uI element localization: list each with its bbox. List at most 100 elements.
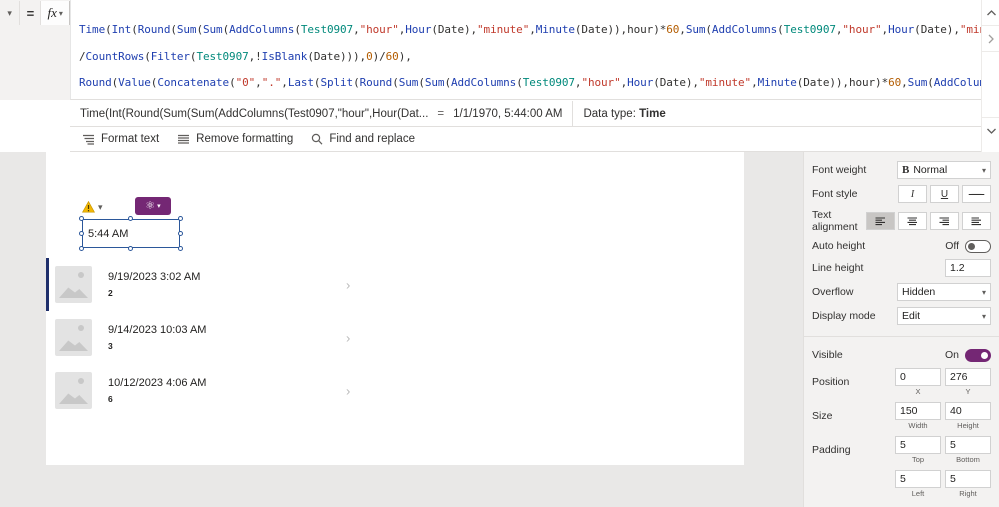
gallery-control[interactable]: 9/19/2023 3:02 AM 2 › 9/14/2023 10:03 AM… — [46, 258, 366, 417]
app-screen[interactable]: ▾ ⚛ ▾ 5:44 AM 9/19/2023 3:02 AM 2 › 9/14… — [46, 152, 744, 465]
selected-label-control[interactable]: 5:44 AM — [79, 216, 183, 251]
padding-right-field: 5 Right — [945, 470, 991, 498]
align-center-button[interactable] — [898, 212, 927, 230]
chevron-down-icon[interactable]: ▾ — [0, 1, 21, 25]
resize-handle-middle-left[interactable] — [79, 231, 84, 236]
list-item-title: 9/14/2023 10:03 AM — [108, 324, 207, 336]
property-label: Line height — [812, 262, 864, 274]
resize-handle-top-right[interactable] — [178, 216, 183, 221]
warning-triangle-icon[interactable] — [82, 200, 95, 213]
property-font-weight: Font weight B Normal ▾ — [804, 158, 999, 182]
chevron-right-icon[interactable]: › — [346, 383, 350, 398]
resize-handle-bottom-left[interactable] — [79, 246, 84, 251]
chevron-up-icon[interactable] — [982, 0, 999, 26]
property-label: Overflow — [812, 286, 854, 298]
property-label: Size — [812, 410, 833, 422]
padding-bottom-field: 5 Bottom — [945, 436, 991, 464]
property-line-height: Line height 1.2 — [804, 256, 999, 280]
property-label: Font weight — [812, 164, 867, 176]
property-label: Display mode — [812, 310, 876, 322]
formula-status-strip: Time(Int(Round(Sum(Sum(AddColumns(Test09… — [70, 100, 981, 127]
align-justify-button[interactable] — [962, 212, 991, 230]
line-height-input[interactable]: 1.2 — [945, 259, 991, 277]
visible-toggle[interactable] — [965, 348, 991, 362]
overflow-value: Hidden — [902, 286, 936, 298]
data-type-value: Time — [639, 107, 666, 120]
chevron-down-icon: ▾ — [981, 165, 986, 175]
list-item[interactable]: 9/19/2023 3:02 AM 2 › — [46, 258, 366, 311]
fx-button[interactable]: fx ▾ — [40, 1, 70, 25]
resize-handle-bottom-right[interactable] — [178, 246, 183, 251]
size-width-field: 150 Width — [895, 402, 941, 430]
image-placeholder-icon — [55, 372, 92, 409]
list-item-title: 10/12/2023 4:06 AM — [108, 377, 207, 389]
size-width-input[interactable]: 150 — [895, 402, 941, 420]
chevron-down-icon[interactable] — [982, 118, 999, 144]
display-mode-dropdown[interactable]: Edit ▾ — [897, 307, 991, 325]
resize-handle-top-center[interactable] — [128, 216, 133, 221]
formula-editor[interactable]: Time(Int(Round(Sum(Sum(AddColumns(Test09… — [70, 0, 999, 115]
font-weight-dropdown[interactable]: B Normal ▾ — [897, 161, 991, 179]
size-height-caption: Height — [957, 421, 979, 430]
list-item-title: 9/19/2023 3:02 AM — [108, 271, 201, 283]
list-item-texts: 9/19/2023 3:02 AM 2 — [108, 271, 200, 298]
property-visible: Visible On — [804, 345, 999, 365]
property-text-alignment: Text alignment — [804, 206, 999, 236]
resize-handle-bottom-center[interactable] — [128, 246, 133, 251]
resize-handle-middle-right[interactable] — [178, 231, 183, 236]
strikethrough-button[interactable]: — — [962, 185, 991, 203]
chevron-down-icon: ▾ — [58, 8, 63, 18]
label-value-box[interactable]: 5:44 AM — [82, 219, 180, 248]
property-label: Position — [812, 376, 850, 388]
padding-left-input[interactable]: 5 — [895, 470, 941, 488]
chevron-right-icon[interactable]: › — [346, 330, 350, 345]
find-and-replace-button[interactable]: Find and replace — [311, 133, 415, 145]
image-placeholder-icon — [55, 319, 92, 356]
image-placeholder-icon — [55, 266, 92, 303]
chevron-right-icon[interactable] — [982, 26, 999, 52]
equals-sign-label[interactable]: = — [20, 1, 40, 25]
underline-button[interactable]: U — [930, 185, 959, 203]
overflow-dropdown[interactable]: Hidden ▾ — [897, 283, 991, 301]
chevron-down-icon[interactable]: ▾ — [98, 202, 103, 213]
position-y-caption: Y — [965, 387, 971, 396]
font-style-button-group: I U — — [898, 185, 991, 203]
chevron-right-icon[interactable]: › — [346, 277, 350, 292]
find-and-replace-label: Find and replace — [329, 133, 415, 145]
align-left-button[interactable] — [866, 212, 895, 230]
padding-right-input[interactable]: 5 — [945, 470, 991, 488]
resize-handle-top-left[interactable] — [79, 216, 84, 221]
property-position: Position 0 X 276 Y — [804, 365, 999, 399]
size-height-input[interactable]: 40 — [945, 402, 991, 420]
padding-right-caption: Right — [959, 489, 977, 498]
data-type-label: Data type: — [583, 107, 636, 120]
canvas-area[interactable]: ▾ ⚛ ▾ 5:44 AM 9/19/2023 3:02 AM 2 › 9/14… — [0, 152, 803, 507]
property-font-style: Font style I U — — [804, 182, 999, 206]
list-item[interactable]: 9/14/2023 10:03 AM 3 › — [46, 311, 366, 364]
property-padding-secondary: 5 Left 5 Right — [804, 467, 999, 501]
italic-button[interactable]: I — [898, 185, 927, 203]
display-mode-value: Edit — [902, 310, 921, 322]
label-value-text: 5:44 AM — [88, 227, 129, 240]
position-x-input[interactable]: 0 — [895, 368, 941, 386]
list-item[interactable]: 10/12/2023 4:06 AM 6 › — [46, 364, 366, 417]
auto-height-toggle[interactable] — [965, 239, 991, 253]
format-text-button[interactable]: Format text — [82, 133, 159, 145]
formula-result-value: 1/1/1970, 5:44:00 AM — [453, 107, 563, 120]
properties-panel: Font weight B Normal ▾ Font style I U — — [803, 152, 999, 507]
search-icon — [311, 133, 323, 145]
padding-top-input[interactable]: 5 — [895, 436, 941, 454]
context-menu-pill[interactable]: ⚛ ▾ — [135, 197, 171, 215]
position-y-field: 276 Y — [945, 368, 991, 396]
property-label: Text alignment — [812, 209, 858, 233]
visible-state-text: On — [944, 349, 959, 361]
align-right-button[interactable] — [930, 212, 959, 230]
remove-formatting-button[interactable]: Remove formatting — [177, 133, 293, 145]
padding-left-caption: Left — [911, 489, 925, 498]
position-y-input[interactable]: 276 — [945, 368, 991, 386]
format-text-label: Format text — [101, 133, 160, 145]
remove-formatting-label: Remove formatting — [196, 133, 294, 145]
bold-B-icon: B — [902, 164, 910, 176]
padding-bottom-input[interactable]: 5 — [945, 436, 991, 454]
chevron-down-icon: ▾ — [157, 203, 161, 210]
